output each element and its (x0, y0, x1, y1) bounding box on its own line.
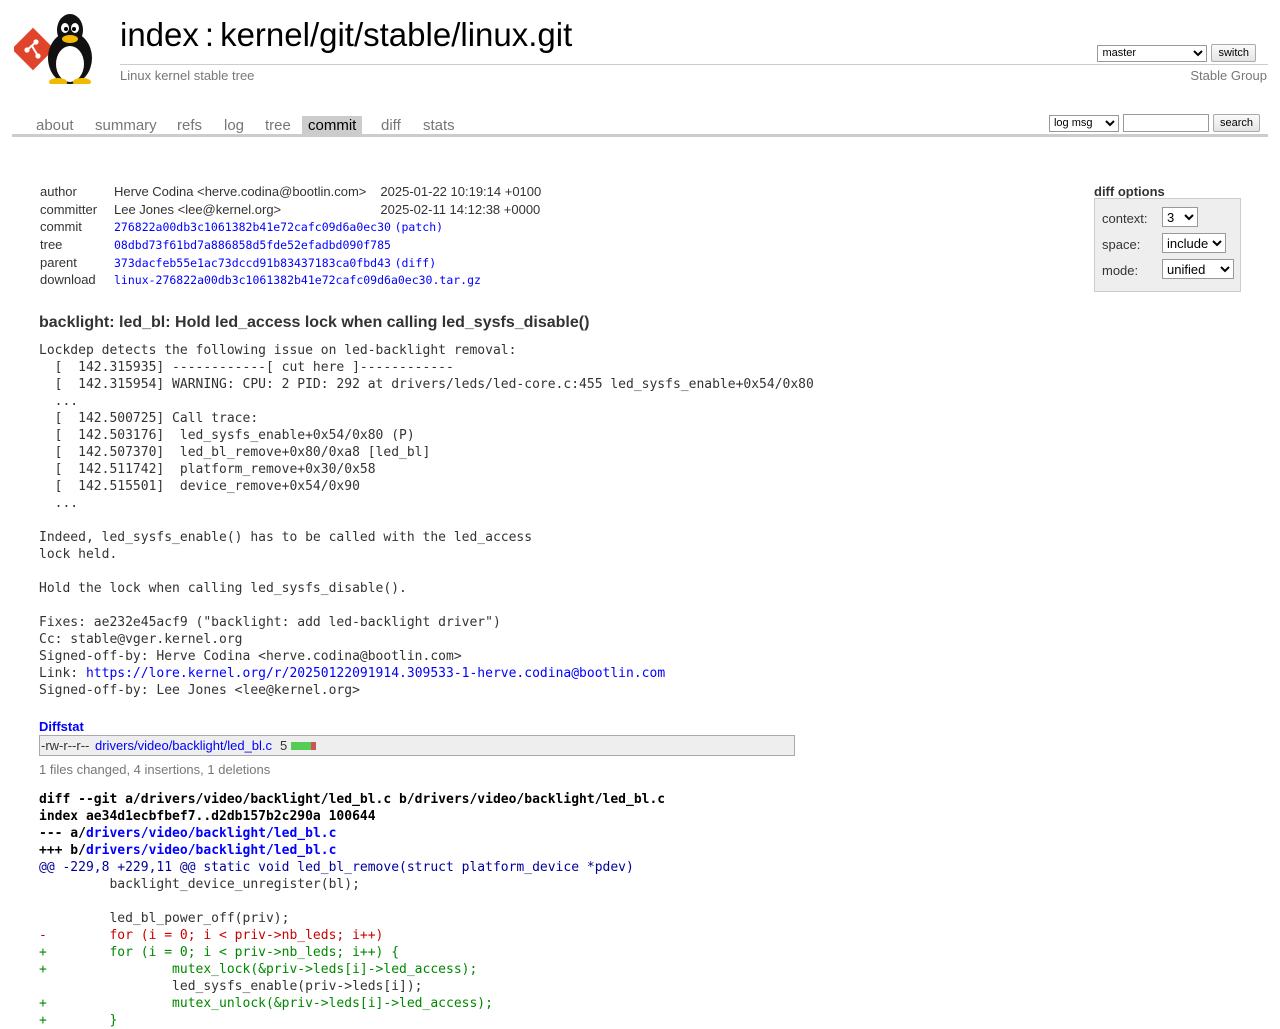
repo-link[interactable]: kernel/git/stable/linux.git (220, 16, 572, 53)
search-button[interactable]: search (1212, 114, 1260, 132)
search-input[interactable] (1122, 114, 1209, 132)
file-mode: -rw-r--r-- (41, 738, 90, 753)
diffstat-file-link[interactable]: drivers/video/backlight/led_bl.c (95, 738, 272, 753)
tab-diff[interactable]: diff (375, 116, 407, 134)
patch-link[interactable]: (patch) (395, 220, 443, 234)
committer-date: 2025-02-11 14:12:38 +0000 (380, 201, 541, 217)
search-form: log msg search (1048, 114, 1260, 132)
diff-line-ctx (39, 893, 665, 910)
diff-line-add: + } (39, 1013, 118, 1028)
author-value: Herve Codina <herve.codina@bootlin.com> (114, 184, 367, 200)
diff-options-panel: context: 3 space: include mode: unified (1094, 198, 1241, 292)
context-select[interactable]: 3 (1162, 207, 1198, 227)
tree-label: tree (40, 237, 63, 253)
repo-owner: Stable Group (1190, 68, 1267, 83)
repo-title: index: kernel/git/stable/linux.git (120, 16, 572, 54)
diffstat-summary: 1 files changed, 4 insertions, 1 deletio… (39, 762, 271, 777)
diffstat-graph (291, 742, 316, 750)
context-option: context: 3 (1102, 207, 1198, 227)
commit-message: Lockdep detects the following issue on l… (39, 342, 814, 699)
mode-label: mode: (1102, 263, 1139, 278)
diff-minus-line: --- a/drivers/video/backlight/led_bl.c (39, 825, 665, 842)
tab-summary[interactable]: summary (89, 116, 163, 134)
message-body: Lockdep detects the following issue on l… (39, 343, 814, 681)
title-separator: : (204, 16, 215, 53)
switch-button[interactable]: switch (1211, 44, 1256, 62)
diff-hunk-header: @@ -229,8 +229,11 @@ static void led_bl_… (39, 860, 634, 875)
commit-info-table: author Herve Codina <herve.codina@bootli… (38, 183, 541, 289)
tab-stats[interactable]: stats (417, 116, 461, 134)
commit-label: commit (40, 219, 82, 235)
tree-sha-link[interactable]: 08dbd73f61bd7a886858d5fde52efadbd090f785 (114, 238, 391, 252)
repo-description: Linux kernel stable tree (120, 68, 255, 83)
graph-insertions-bar (291, 742, 311, 750)
parent-sha-link[interactable]: 373dacfeb55e1ac73dccd91b83437183ca0fbd43 (114, 256, 391, 270)
space-label: space: (1102, 237, 1141, 252)
search-mode-select[interactable]: log msg (1048, 114, 1119, 132)
diff-plus-line: +++ b/drivers/video/backlight/led_bl.c (39, 842, 665, 859)
graph-deletions-bar (311, 742, 316, 750)
commit-row: commit 276822a00db3c1061382b41e72cafc09d… (38, 218, 541, 236)
commit-subject: backlight: led_bl: Hold led_access lock … (39, 314, 590, 331)
diff-line-ctx: led_sysfs_enable(priv->leds[i]); (39, 979, 423, 994)
mode-option: mode: unified (1102, 259, 1234, 279)
minus-file-link[interactable]: drivers/video/backlight/led_bl.c (86, 826, 336, 841)
cgit-logo[interactable] (11, 12, 110, 86)
tree-row: tree 08dbd73f61bd7a886858d5fde52efadbd09… (38, 236, 541, 254)
mode-select[interactable]: unified (1162, 259, 1234, 279)
diff-index-line: index ae34d1ecbfbef7..d2db157b2c290a 100… (39, 809, 376, 824)
download-link[interactable]: linux-276822a00db3c1061382b41e72cafc09d6… (114, 273, 481, 287)
diffstat-table: -rw-r--r-- drivers/video/backlight/led_b… (39, 735, 795, 756)
author-row: author Herve Codina <herve.codina@bootli… (38, 183, 541, 201)
plus-file-link[interactable]: drivers/video/backlight/led_bl.c (86, 843, 336, 858)
plus-prefix: +++ b/ (39, 843, 86, 858)
parent-row: parent 373dacfeb55e1ac73dccd91b83437183c… (38, 253, 541, 271)
diff-line-add: + mutex_lock(&priv->leds[i]->led_access)… (39, 962, 478, 977)
committer-row: committer Lee Jones <lee@kernel.org> 202… (38, 201, 541, 219)
committer-label: committer (40, 201, 98, 217)
parent-label: parent (40, 254, 77, 270)
tab-log[interactable]: log (218, 116, 250, 134)
tab-about[interactable]: about (30, 116, 80, 134)
tab-tree[interactable]: tree (259, 116, 297, 134)
index-link[interactable]: index (120, 16, 199, 53)
diffstat-header[interactable]: Diffstat (39, 719, 84, 734)
message-tail: Signed-off-by: Lee Jones <lee@kernel.org… (39, 683, 360, 698)
minus-prefix: --- a/ (39, 826, 86, 841)
space-select[interactable]: include (1162, 233, 1226, 253)
diff-line-add: + for (i = 0; i < priv->nb_leds; i++) { (39, 945, 400, 960)
download-row: download linux-276822a00db3c1061382b41e7… (38, 271, 541, 289)
space-option: space: include (1102, 233, 1226, 253)
diff-line-add: + mutex_unlock(&priv->leds[i]->led_acces… (39, 996, 493, 1011)
tab-refs[interactable]: refs (171, 116, 208, 134)
tux-penguin-icon (48, 14, 92, 86)
diff-line-del: - for (i = 0; i < priv->nb_leds; i++) (39, 928, 384, 943)
message-link[interactable]: https://lore.kernel.org/r/20250122091914… (86, 666, 665, 681)
git-diamond-icon (11, 27, 55, 71)
header-divider (120, 64, 1268, 65)
diff-lines: backlight_device_unregister(bl); led_bl_… (39, 876, 665, 1029)
branch-switch-form: master switch (1097, 44, 1256, 62)
diff-options-title: diff options (1094, 184, 1165, 199)
diff-git-line: diff --git a/drivers/video/backlight/led… (39, 792, 666, 807)
tab-commit[interactable]: commit (302, 116, 363, 134)
committer-value: Lee Jones <lee@kernel.org> (114, 201, 282, 217)
diff-line-ctx: backlight_device_unregister(bl); (39, 877, 360, 892)
parent-diff-link[interactable]: (diff) (395, 256, 437, 270)
diff-view: diff --git a/drivers/video/backlight/led… (39, 791, 665, 1029)
author-date: 2025-01-22 10:19:14 +0100 (380, 184, 542, 200)
context-label: context: (1102, 211, 1148, 226)
diffstat-count: 5 (280, 738, 288, 753)
author-label: author (40, 184, 77, 200)
diff-line-ctx: led_bl_power_off(priv); (39, 911, 290, 926)
commit-sha-link[interactable]: 276822a00db3c1061382b41e72cafc09d6a0ec30 (114, 220, 391, 234)
branch-select[interactable]: master (1097, 44, 1208, 62)
download-label: download (40, 272, 96, 288)
